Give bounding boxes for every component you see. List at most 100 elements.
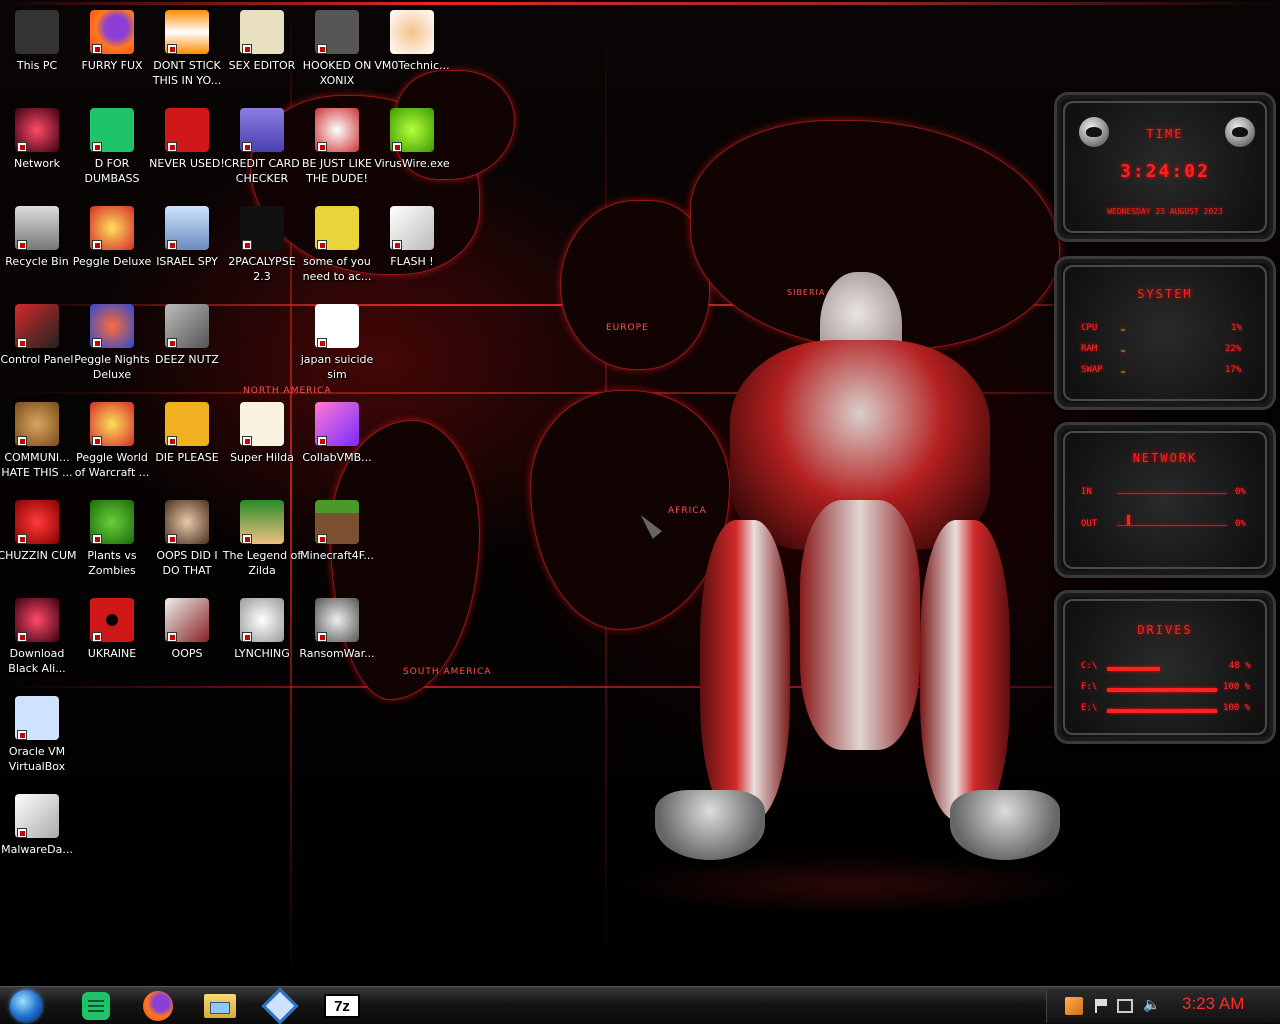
taskbar-explorer-app[interactable] xyxy=(200,991,240,1021)
shortcut-arrow-icon xyxy=(242,142,252,152)
alien-network-icon xyxy=(15,108,59,152)
de-app-icon xyxy=(165,402,209,446)
desktop-icon[interactable]: Network xyxy=(0,100,74,196)
desktop-icon[interactable]: This PC xyxy=(0,2,74,98)
desktop-icon[interactable]: RansomWar... xyxy=(299,590,375,686)
ram-bar xyxy=(1121,350,1125,352)
desktop-icon[interactable]: UKRAINE xyxy=(75,590,149,686)
desktop-icon[interactable]: OOPS DID I DO THAT xyxy=(150,492,224,588)
desktop-icon-label: The Legend of Zilda xyxy=(222,549,302,577)
desktop-icon[interactable]: 2PACALYPSE 2.3 xyxy=(225,198,299,294)
terminal-icon xyxy=(240,206,284,250)
drives-widget-title: DRIVES xyxy=(1137,623,1193,637)
desktop-icon[interactable]: Download Black Ali... xyxy=(0,590,74,686)
desktop-icon[interactable]: FURRY FUX xyxy=(75,2,149,98)
cpu-value: 1% xyxy=(1231,323,1242,333)
desktop-icon-label: SEX EDITOR xyxy=(228,59,296,72)
cpu-label: CPU xyxy=(1081,323,1098,333)
start-button[interactable] xyxy=(6,989,46,1023)
desktop-icon[interactable]: Recycle Bin xyxy=(0,198,74,294)
skull-icon xyxy=(315,598,359,642)
desktop-icon[interactable]: OOPS xyxy=(150,590,224,686)
swap-value: 17% xyxy=(1225,365,1242,375)
taskbar-document-app[interactable] xyxy=(76,991,116,1021)
folder-icon xyxy=(204,994,236,1018)
desktop-icon[interactable]: LYNCHING xyxy=(225,590,299,686)
desktop-icon-label: Network xyxy=(14,157,60,170)
desktop-icon[interactable]: CHUZZIN CUM xyxy=(0,492,77,588)
desktop-icon-label: japan suicide sim xyxy=(300,353,374,381)
desktop-icon[interactable]: ISRAEL SPY xyxy=(150,198,224,294)
shortcut-arrow-icon xyxy=(167,534,177,544)
desktop-icon-label: D FOR DUMBASS xyxy=(84,157,140,185)
robot-left-hand xyxy=(655,790,765,860)
desktop-icon[interactable]: BE JUST LIKE THE DUDE! xyxy=(300,100,374,196)
system-widget[interactable]: SYSTEM CPU 1% RAM 22% SWAP 17% xyxy=(1054,256,1276,410)
drives-widget[interactable]: DRIVES C:\ 48 % F:\ 100 % E:\ 100 % xyxy=(1054,590,1276,744)
computer-icon xyxy=(15,10,59,54)
desktop-icon-label: This PC xyxy=(16,59,58,72)
desktop-icon[interactable]: Minecraft4F... xyxy=(300,492,374,588)
desktop-icon[interactable]: CollabVMB... xyxy=(300,394,374,490)
desktop-icon[interactable]: DEEZ NUTZ xyxy=(150,296,224,392)
desktop-icon[interactable]: Oracle VM VirtualBox xyxy=(0,688,74,784)
desktop-icon[interactable]: japan suicide sim xyxy=(300,296,374,392)
shortcut-arrow-icon xyxy=(392,240,402,250)
volume-icon[interactable]: 🔈 xyxy=(1143,997,1160,1013)
desktop-wallpaper: NORTH AMERICA EUROPE AFRICA SOUTH AMERIC… xyxy=(0,0,1280,986)
drive-f-value: 100 % xyxy=(1223,682,1251,692)
taskbar: 7z 🔈 xyxy=(0,986,1280,1024)
taskbar-clock[interactable]: 3:23 AM xyxy=(1182,994,1244,1014)
desktop-icon[interactable]: HOOKED ON XONIX xyxy=(300,2,374,98)
desktop-icon[interactable]: Peggle World of Warcraft ... xyxy=(75,394,149,490)
shortcut-arrow-icon xyxy=(317,142,327,152)
shortcut-arrow-icon xyxy=(167,436,177,446)
virtualbox-icon xyxy=(15,696,59,740)
dev-cpp-icon xyxy=(165,108,209,152)
taskbar-firefox-app[interactable] xyxy=(138,991,178,1021)
desktop-icon[interactable]: MalwareDa... xyxy=(0,786,74,882)
desktop-icon[interactable]: The Legend of Zilda xyxy=(222,492,302,588)
desktop-icon-label: CollabVMB... xyxy=(302,451,372,464)
desktop-icon-label: Peggle World of Warcraft ... xyxy=(74,451,150,479)
desktop-icon[interactable]: Peggle Nights Deluxe xyxy=(74,296,150,392)
desktop-icon[interactable]: DIE PLEASE xyxy=(150,394,224,490)
network-out-spike xyxy=(1127,515,1130,525)
desktop-icon[interactable]: VirusWire.exe xyxy=(374,100,450,196)
desktop-icon[interactable]: CREDIT CARD CHECKER xyxy=(224,100,300,196)
drive-c-value: 48 % xyxy=(1229,661,1251,671)
desktop-icon[interactable]: some of you need to ac... xyxy=(300,198,374,294)
network-widget-title: NETWORK xyxy=(1132,451,1198,465)
network-icon[interactable] xyxy=(1117,999,1133,1013)
desktop-icon[interactable]: COMMUNI... HATE THIS ... xyxy=(0,394,74,490)
desktop-icon[interactable]: DONT STICK THIS IN YO... xyxy=(150,2,224,98)
desktop-icon-label: CREDIT CARD CHECKER xyxy=(224,157,300,185)
desktop-icon[interactable]: FLASH ! xyxy=(375,198,449,294)
drive-c-bar xyxy=(1107,667,1160,671)
shortcut-arrow-icon xyxy=(17,534,27,544)
network-widget[interactable]: NETWORK IN 0% OUT 0% xyxy=(1054,422,1276,578)
plant-icon xyxy=(90,500,134,544)
desktop-icon[interactable]: Control Panel xyxy=(0,296,74,392)
flag-icon[interactable] xyxy=(1095,999,1109,1013)
taskbar-7zip-app[interactable]: 7z xyxy=(322,991,362,1021)
map-label: SOUTH AMERICA xyxy=(403,667,492,677)
desktop-icon[interactable]: SEX EDITOR xyxy=(225,2,299,98)
time-widget[interactable]: TIME 3:24:02 WEDNESDAY 23 AUGUST 2023 xyxy=(1054,92,1276,242)
desktop-icon[interactable]: NEVER USED! xyxy=(149,100,225,196)
network-out-value: 0% xyxy=(1235,519,1246,529)
drive-f-label: F:\ xyxy=(1081,682,1098,692)
desktop-icon-label: Control Panel xyxy=(0,353,74,366)
desktop-icon[interactable]: D FOR DUMBASS xyxy=(75,100,149,196)
desktop-icon[interactable]: Peggle Deluxe xyxy=(73,198,151,294)
desktop-icon-label: RansomWar... xyxy=(299,647,375,660)
desktop-icon-label: CHUZZIN CUM xyxy=(0,549,77,562)
virtualbox-icon xyxy=(261,987,299,1024)
taskbar-virtualbox-app[interactable] xyxy=(260,987,300,1024)
desktop-icon[interactable]: Plants vs Zombies xyxy=(75,492,149,588)
desktop-icon[interactable]: VM0Technic... xyxy=(374,2,450,98)
recycle-bin-icon xyxy=(15,206,59,250)
date-display: WEDNESDAY 23 AUGUST 2023 xyxy=(1107,207,1223,216)
desktop-icon[interactable]: Super Hilda xyxy=(225,394,299,490)
tray-app-icon[interactable] xyxy=(1065,997,1083,1015)
